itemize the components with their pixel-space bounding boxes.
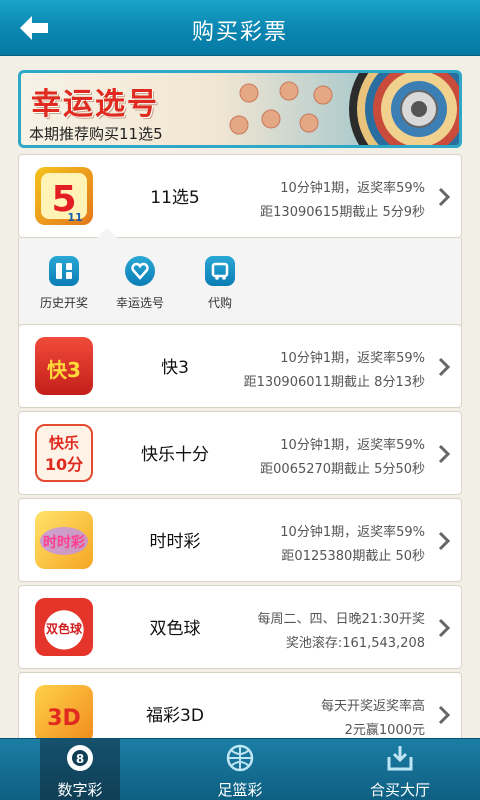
lottery-logo-ssc: 时时彩 bbox=[35, 511, 93, 569]
lottery-prize: 2元赢1000元 bbox=[344, 723, 425, 738]
banner-title: 幸运选号 bbox=[31, 87, 159, 122]
chevron-right-icon bbox=[438, 357, 451, 377]
lottery-logo-11x5: 5 11 bbox=[35, 167, 93, 225]
svg-text:3D: 3D bbox=[47, 706, 81, 731]
lottery-countdown: 距0065270期截止 5分50秒 bbox=[260, 462, 425, 477]
lottery-item-klsf[interactable]: 快乐 10分 快乐十分 10分钟1期，返奖率59% 距0065270期截止 5分… bbox=[18, 411, 462, 495]
lottery-schedule: 10分钟1期，返奖率59% bbox=[280, 351, 425, 366]
heart-pick-icon bbox=[125, 256, 155, 286]
lottery-name: 快乐十分 bbox=[141, 445, 209, 465]
lottery-item-ssc[interactable]: 时时彩 时时彩 10分钟1期，返奖率59% 距0125380期截止 50秒 bbox=[18, 498, 462, 582]
nav-label: 数字彩 bbox=[57, 781, 103, 799]
nav-tab-group-buy[interactable]: 合买大厅 bbox=[320, 739, 480, 800]
nav-tab-sports-lottery[interactable]: 足篮彩 bbox=[160, 739, 320, 800]
eight-ball-icon: 8 bbox=[67, 745, 93, 771]
page-title: 购买彩票 bbox=[191, 20, 288, 45]
bottom-nav: 8 数字彩 足篮彩 合买大厅 bbox=[0, 738, 480, 800]
lottery-name: 快3 bbox=[161, 358, 189, 378]
nav-label: 足篮彩 bbox=[217, 781, 263, 799]
lottery-schedule: 10分钟1期，返奖率59% bbox=[280, 438, 425, 453]
nav-tab-digital-lottery[interactable]: 8 数字彩 bbox=[40, 739, 120, 800]
chevron-right-icon bbox=[438, 444, 451, 464]
svg-text:8: 8 bbox=[76, 752, 84, 766]
svg-text:快乐: 快乐 bbox=[49, 434, 79, 452]
lottery-schedule: 10分钟1期，返奖率59% bbox=[280, 181, 425, 196]
cart-icon bbox=[205, 256, 235, 286]
lottery-logo-ssq: 双色球 bbox=[35, 598, 93, 656]
lottery-schedule: 每周二、四、日晚21:30开奖 bbox=[257, 612, 425, 627]
lottery-item-ssq[interactable]: 双色球 双色球 每周二、四、日晚21:30开奖 奖池滚存:161,543,208 bbox=[18, 585, 462, 669]
lottery-item-k3[interactable]: 快3 快3 10分钟1期，返奖率59% 距130906011期截止 8分13秒 bbox=[18, 324, 462, 408]
lottery-countdown: 距0125380期截止 50秒 bbox=[281, 549, 425, 564]
chevron-right-icon bbox=[438, 187, 451, 207]
lottery-logo-k3: 快3 bbox=[35, 337, 93, 395]
chevron-right-icon bbox=[438, 618, 451, 638]
chevron-right-icon bbox=[438, 705, 451, 725]
lucky-pick-button[interactable]: 幸运选号 bbox=[95, 256, 185, 311]
lucky-pick-label: 幸运选号 bbox=[115, 296, 164, 310]
lottery-schedule: 10分钟1期，返奖率59% bbox=[280, 525, 425, 540]
nav-label: 合买大厅 bbox=[369, 781, 430, 799]
svg-text:10分: 10分 bbox=[45, 455, 83, 474]
lottery-wheel-icon bbox=[229, 73, 459, 145]
svg-text:时时彩: 时时彩 bbox=[43, 534, 85, 551]
lucky-pick-banner[interactable]: 幸运选号 本期推荐购买11选5 bbox=[18, 70, 462, 148]
svg-text:11: 11 bbox=[67, 211, 82, 224]
lottery-name: 双色球 bbox=[149, 619, 201, 639]
top-bar: 购买彩票 bbox=[0, 0, 480, 56]
lottery-action-toolbar: 历史开奖 幸运选号 代购 bbox=[18, 228, 462, 326]
lottery-name: 福彩3D bbox=[146, 706, 204, 726]
lottery-countdown: 距13090615期截止 5分9秒 bbox=[260, 205, 425, 220]
lottery-name: 11选5 bbox=[150, 188, 200, 208]
lottery-jackpot: 奖池滚存:161,543,208 bbox=[285, 636, 425, 651]
ball-icon bbox=[226, 744, 254, 772]
lottery-countdown: 距130906011期截止 8分13秒 bbox=[243, 375, 425, 390]
svg-text:双色球: 双色球 bbox=[46, 621, 83, 636]
svg-text:快3: 快3 bbox=[47, 358, 81, 382]
lottery-logo-klsf: 快乐 10分 bbox=[35, 424, 93, 482]
lottery-logo-3d: 3D bbox=[35, 685, 93, 743]
history-grid-icon bbox=[49, 256, 79, 286]
proxy-buy-label: 代购 bbox=[207, 296, 232, 310]
lottery-name: 时时彩 bbox=[149, 532, 201, 552]
proxy-buy-button[interactable]: 代购 bbox=[175, 256, 265, 311]
lottery-item-11x5[interactable]: 5 11 11选5 10分钟1期，返奖率59% 距13090615期截止 5分9… bbox=[18, 154, 462, 238]
chevron-right-icon bbox=[438, 531, 451, 551]
lottery-schedule: 每天开奖返奖率高 bbox=[320, 699, 425, 714]
group-buy-icon bbox=[387, 746, 413, 771]
banner-subtitle: 本期推荐购买11选5 bbox=[29, 125, 163, 143]
toolbar-notch bbox=[97, 228, 117, 238]
